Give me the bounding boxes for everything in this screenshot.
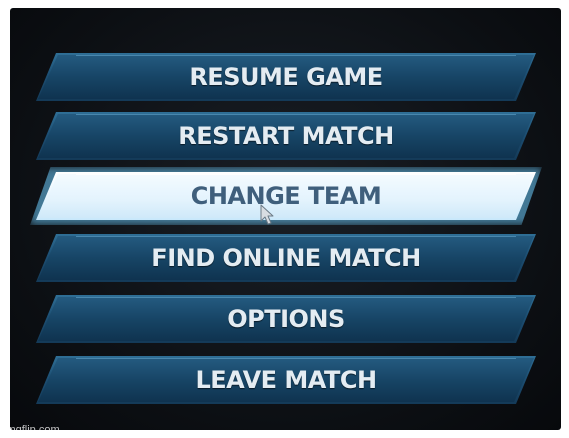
resume-game-label: RESUME GAME (189, 63, 383, 91)
options-button[interactable]: OPTIONS (36, 295, 536, 343)
watermark: imgflip.com (4, 424, 60, 436)
restart-match-label: RESTART MATCH (178, 122, 394, 150)
resume-game-button[interactable]: RESUME GAME (36, 53, 536, 101)
change-team-label: CHANGE TEAM (190, 182, 382, 210)
restart-match-button[interactable]: RESTART MATCH (36, 112, 536, 160)
change-team-button[interactable]: CHANGE TEAM (30, 167, 542, 225)
find-online-match-label: FIND ONLINE MATCH (151, 244, 421, 272)
leave-match-label: LEAVE MATCH (195, 366, 377, 394)
options-label: OPTIONS (227, 305, 345, 333)
leave-match-button[interactable]: LEAVE MATCH (36, 356, 536, 404)
mouse-pointer-icon (260, 204, 274, 225)
pause-menu-screen: RESUME GAME RESTART MATCH CHANGE TEAM FI… (10, 8, 561, 430)
find-online-match-button[interactable]: FIND ONLINE MATCH (36, 234, 536, 282)
